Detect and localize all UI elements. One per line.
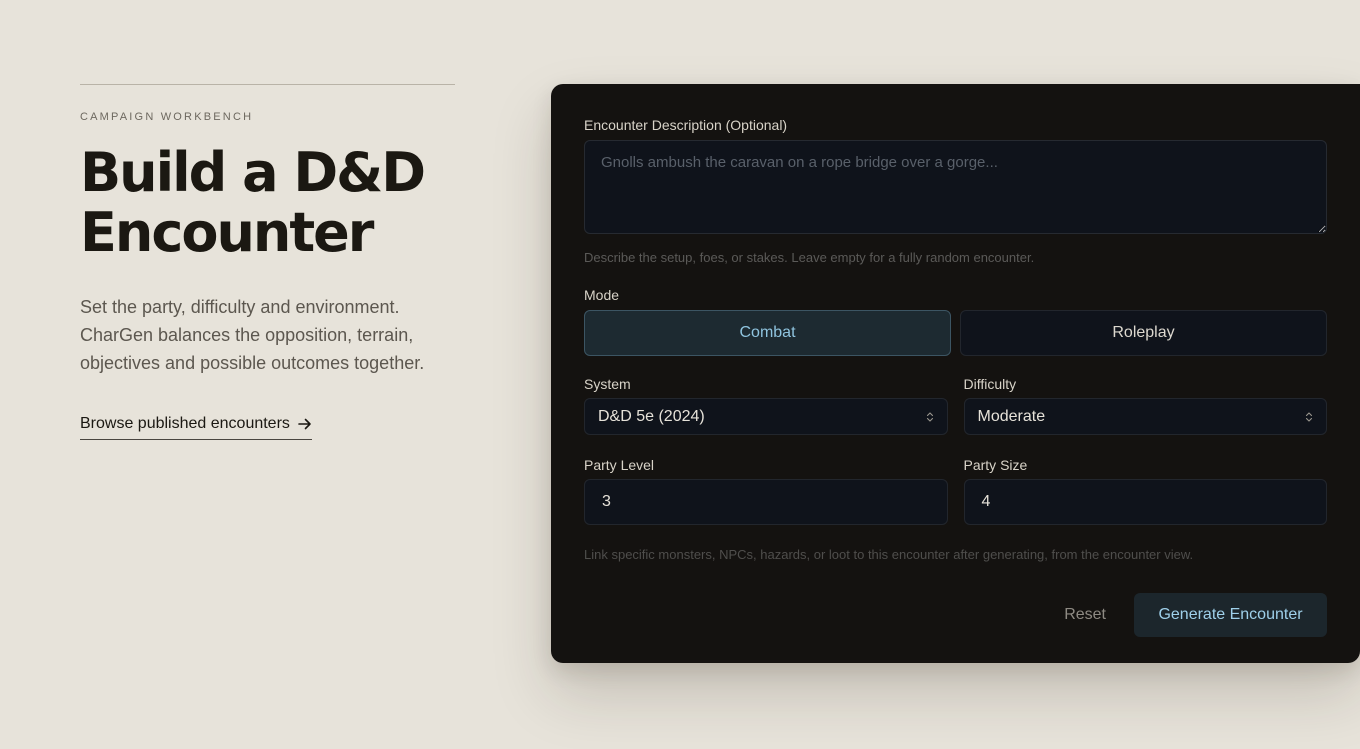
intro-text: Set the party, difficulty and environmen…	[80, 297, 425, 373]
party-level-input[interactable]: 3	[584, 479, 948, 525]
party-size-label: Party Size	[963, 457, 1028, 473]
party-size-input[interactable]: 4	[963, 479, 1327, 525]
difficulty-label: Difficulty	[963, 376, 1017, 392]
hero-divider	[80, 84, 455, 85]
description-hint: Describe the setup, foes, or stakes. Lea…	[584, 250, 1035, 265]
system-field: System D&D 5e (2024)	[584, 376, 948, 435]
party-level-field: Party Level 3	[584, 457, 948, 525]
system-value: D&D 5e (2024)	[598, 407, 705, 425]
browse-encounters-link[interactable]: Browse published encounters	[80, 415, 312, 440]
form-actions: Reset Generate Encounter	[584, 593, 1327, 637]
mode-label: Mode	[584, 287, 620, 303]
party-row: Party Level 3 Party Size 4	[584, 457, 1327, 525]
difficulty-value: Moderate	[977, 407, 1046, 425]
generate-encounter-button[interactable]: Generate Encounter	[1134, 593, 1327, 637]
difficulty-select[interactable]: Moderate	[963, 398, 1327, 435]
party-level-label: Party Level	[584, 457, 655, 473]
system-select[interactable]: D&D 5e (2024)	[584, 398, 948, 435]
mode-roleplay-button[interactable]: Roleplay	[960, 310, 1327, 356]
chevron-up-down-icon	[1305, 411, 1313, 423]
encounter-form-card: Encounter Description (Optional) Describ…	[551, 84, 1360, 663]
page-title: Build a D&D Encounter	[80, 143, 455, 263]
reset-button[interactable]: Reset	[1064, 606, 1106, 624]
chevron-up-down-icon	[926, 411, 934, 423]
mode-toggle: Combat Roleplay	[584, 310, 1327, 356]
difficulty-field: Difficulty Moderate	[963, 376, 1327, 435]
system-label: System	[584, 376, 631, 392]
description-label: Encounter Description (Optional)	[584, 117, 788, 133]
page-title-line1: Build a D&D	[80, 141, 426, 204]
page-title-line2: Encounter	[80, 201, 374, 264]
hero-section: CAMPAIGN WORKBENCH Build a D&D Encounter…	[80, 84, 455, 440]
arrow-right-icon	[298, 418, 312, 430]
link-hint: Link specific monsters, NPCs, hazards, o…	[584, 547, 1194, 562]
party-size-field: Party Size 4	[963, 457, 1327, 525]
system-difficulty-row: System D&D 5e (2024) Difficulty Moderate	[584, 376, 1327, 435]
browse-encounters-label: Browse published encounters	[80, 415, 290, 432]
description-textarea[interactable]	[584, 140, 1327, 234]
mode-combat-button[interactable]: Combat	[584, 310, 951, 356]
eyebrow-label: CAMPAIGN WORKBENCH	[80, 111, 254, 123]
